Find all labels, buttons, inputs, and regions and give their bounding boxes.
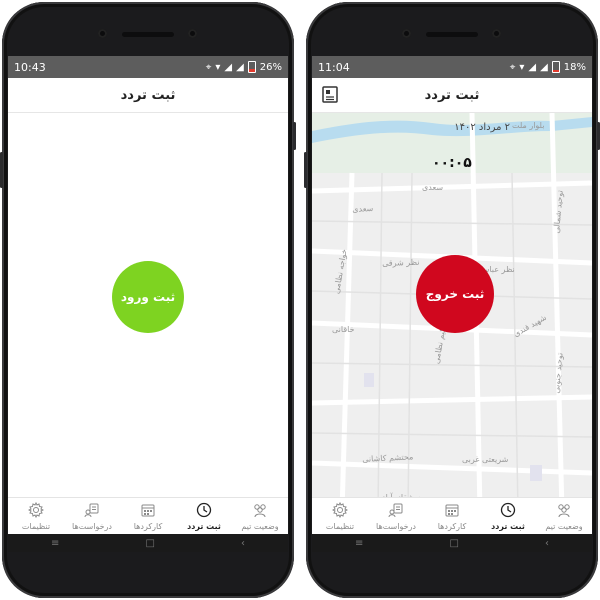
- menu-nav-icon[interactable]: ≡: [355, 538, 363, 549]
- battery-icon: [247, 61, 256, 73]
- calendar-icon: [140, 502, 156, 520]
- calendar-icon: [444, 502, 460, 520]
- map-street-label: بلوار ملت: [512, 121, 545, 130]
- front-camera: [98, 29, 107, 38]
- tab-settings[interactable]: تنظیمات: [8, 498, 64, 534]
- requests-icon: [84, 502, 100, 520]
- sensor: [188, 29, 197, 38]
- signal-icon: ◢: [528, 61, 537, 73]
- signal-icon: ◢: [224, 61, 233, 73]
- battery-percent: 26%: [259, 61, 282, 73]
- tab-calendar[interactable]: کارکردها: [120, 498, 176, 534]
- signal-icon-2: ◢: [236, 61, 244, 73]
- settings-icon: [27, 501, 45, 520]
- home-nav-icon[interactable]: □: [145, 538, 154, 549]
- system-nav-bar: ≡ □ ‹: [312, 534, 592, 552]
- status-icons: ⌖ ▾ ◢ ◢ 26%: [206, 61, 282, 73]
- page-title: ثبت تردد: [424, 87, 480, 103]
- tab-label: درخواست‌ها: [72, 521, 112, 531]
- screen-right: 11:04 ⌖ ▾ ◢ ◢ 18% ثبت تردد بلوار ملت سعد…: [312, 56, 592, 552]
- tab-calendar[interactable]: کارکردها: [424, 498, 480, 534]
- back-nav-icon[interactable]: ‹: [241, 538, 245, 549]
- tab-label: کارکردها: [133, 521, 163, 531]
- clock-icon: [196, 502, 212, 520]
- requests-icon: [388, 502, 404, 520]
- clock-icon: [500, 502, 516, 520]
- phone-left: 10:43 ⌖ ▾ ◢ ◢ 26% ثبت تردد ثبت ورود وضعی…: [0, 2, 296, 598]
- content-area: ثبت ورود: [8, 113, 288, 512]
- tab-label: ثبت تردد: [491, 521, 525, 531]
- tab-label: ثبت تردد: [187, 521, 221, 531]
- bottom-tab-bar: وضعیت تیم ثبت تردد کارکردها درخواست‌ها تنظیم…: [8, 497, 288, 534]
- tab-clock[interactable]: ثبت تردد: [176, 498, 232, 534]
- app-bar: ثبت تردد: [312, 78, 592, 113]
- report-icon[interactable]: [322, 86, 338, 103]
- wifi-icon: ▾: [519, 61, 525, 73]
- content-area: بلوار ملت سعدی نظر شرقی نظر عباسی حکیم نظامی…: [312, 112, 592, 513]
- battery-icon: [551, 61, 560, 73]
- tab-label: تنظیمات: [21, 521, 51, 531]
- status-icons: ⌖ ▾ ◢ ◢ 18%: [510, 61, 586, 73]
- home-nav-icon[interactable]: □: [449, 538, 458, 549]
- status-bar: 10:43 ⌖ ▾ ◢ ◢ 26%: [8, 56, 288, 78]
- date-display: ۲ مرداد ۱۴۰۲: [454, 122, 510, 133]
- tab-label: کارکردها: [437, 521, 467, 531]
- sensor: [492, 29, 501, 38]
- map-street-label: سعدی: [422, 183, 444, 192]
- status-time: 10:43: [14, 60, 46, 74]
- battery-percent: 18%: [563, 61, 586, 73]
- tab-settings[interactable]: تنظیمات: [312, 498, 368, 534]
- team-icon: [556, 502, 572, 520]
- system-nav-bar: ≡ □ ‹: [8, 534, 288, 552]
- menu-nav-icon[interactable]: ≡: [51, 538, 59, 549]
- power-button: [293, 122, 296, 150]
- tab-label: درخواست‌ها: [376, 521, 416, 531]
- earpiece-speaker: [122, 32, 174, 37]
- front-camera: [402, 29, 411, 38]
- check-out-button[interactable]: ثبت خروج: [416, 255, 494, 333]
- settings-icon: [331, 501, 349, 520]
- check-in-button[interactable]: ثبت ورود: [112, 261, 184, 333]
- back-nav-icon[interactable]: ‹: [545, 538, 549, 549]
- tab-clock[interactable]: ثبت تردد: [480, 498, 536, 534]
- signal-icon-2: ◢: [540, 61, 548, 73]
- status-time: 11:04: [318, 60, 350, 74]
- location-icon: ⌖: [205, 61, 212, 73]
- tab-label: تنظیمات: [325, 521, 355, 531]
- tab-label: وضعیت تیم: [545, 521, 583, 531]
- tab-requests[interactable]: درخواست‌ها: [64, 498, 120, 534]
- tab-team[interactable]: وضعیت تیم: [232, 498, 288, 534]
- tab-requests[interactable]: درخواست‌ها: [368, 498, 424, 534]
- elapsed-timer: ۰۰:۰۵: [432, 155, 472, 171]
- map-street-label: نظر شرقی: [382, 257, 420, 268]
- bottom-tab-bar: وضعیت تیم ثبت تردد کارکردها درخواست‌ها تنظیم…: [312, 497, 592, 534]
- wifi-icon: ▾: [215, 61, 221, 73]
- page-title: ثبت تردد: [120, 87, 176, 103]
- screen-left: 10:43 ⌖ ▾ ◢ ◢ 26% ثبت تردد ثبت ورود وضعی…: [8, 56, 288, 552]
- app-bar: ثبت تردد: [8, 78, 288, 113]
- map-street-label: خاقانی: [332, 325, 355, 334]
- earpiece-speaker: [426, 32, 478, 37]
- volume-button: [304, 152, 307, 188]
- team-icon: [252, 502, 268, 520]
- tab-label: وضعیت تیم: [241, 521, 279, 531]
- tab-team[interactable]: وضعیت تیم: [536, 498, 592, 534]
- volume-button: [0, 152, 3, 188]
- phone-right: 11:04 ⌖ ▾ ◢ ◢ 18% ثبت تردد بلوار ملت سعد…: [304, 2, 600, 598]
- map-street-label: سعدی: [352, 203, 374, 214]
- location-icon: ⌖: [509, 61, 516, 73]
- status-bar: 11:04 ⌖ ▾ ◢ ◢ 18%: [312, 56, 592, 78]
- map-street-label: شریعتی غربی: [462, 455, 509, 464]
